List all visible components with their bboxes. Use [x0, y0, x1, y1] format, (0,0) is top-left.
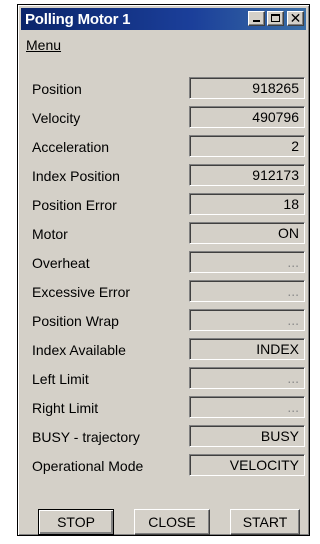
polling-motor-window: Polling Motor 1 ✕ Menu Position 918265 V… — [17, 4, 310, 536]
row-excessive-error: Excessive Error ... — [18, 280, 309, 306]
index-position-label: Index Position — [32, 168, 120, 184]
position-label: Position — [32, 81, 82, 97]
overheat-value: ... — [189, 251, 305, 273]
operational-mode-label: Operational Mode — [32, 458, 144, 474]
right-limit-value: ... — [189, 396, 305, 418]
minimize-button[interactable] — [248, 11, 265, 26]
left-limit-value: ... — [189, 367, 305, 389]
row-motor: Motor ON — [18, 222, 309, 248]
position-wrap-label: Position Wrap — [32, 313, 119, 329]
row-acceleration: Acceleration 2 — [18, 135, 309, 161]
motor-value: ON — [189, 222, 305, 244]
excessive-error-value: ... — [189, 280, 305, 302]
minimize-icon — [253, 20, 260, 22]
operational-mode-value: VELOCITY — [189, 454, 305, 476]
row-left-limit: Left Limit ... — [18, 367, 309, 393]
row-right-limit: Right Limit ... — [18, 396, 309, 422]
title-bar[interactable]: Polling Motor 1 ✕ — [21, 8, 306, 30]
position-error-label: Position Error — [32, 197, 117, 213]
menu-item[interactable]: Menu — [26, 37, 61, 53]
busy-trajectory-value: BUSY — [189, 425, 305, 447]
row-busy-trajectory: BUSY - trajectory BUSY — [18, 425, 309, 451]
row-position: Position 918265 — [18, 77, 309, 103]
stop-button[interactable]: STOP — [38, 509, 114, 535]
close-icon: ✕ — [289, 10, 302, 26]
index-position-value: 912173 — [189, 164, 305, 186]
index-available-value: INDEX — [189, 338, 305, 360]
close-button[interactable]: CLOSE — [134, 509, 210, 535]
position-error-value: 18 — [189, 193, 305, 215]
row-velocity: Velocity 490796 — [18, 106, 309, 132]
close-window-button[interactable]: ✕ — [287, 10, 304, 26]
row-index-available: Index Available INDEX — [18, 338, 309, 364]
right-limit-label: Right Limit — [32, 400, 99, 416]
acceleration-value: 2 — [189, 135, 305, 157]
row-index-position: Index Position 912173 — [18, 164, 309, 190]
motor-label: Motor — [32, 226, 68, 242]
velocity-value: 490796 — [189, 106, 305, 128]
overheat-label: Overheat — [32, 255, 90, 271]
index-available-label: Index Available — [32, 342, 126, 358]
window-title: Polling Motor 1 — [25, 11, 131, 28]
start-button[interactable]: START — [230, 509, 300, 535]
menu-bar: Menu — [26, 37, 61, 53]
title-buttons: ✕ — [248, 10, 304, 26]
row-position-wrap: Position Wrap ... — [18, 309, 309, 335]
position-wrap-value: ... — [189, 309, 305, 331]
excessive-error-label: Excessive Error — [32, 284, 131, 300]
row-operational-mode: Operational Mode VELOCITY — [18, 454, 309, 480]
maximize-icon — [271, 14, 280, 22]
left-limit-label: Left Limit — [32, 371, 89, 387]
maximize-button[interactable] — [267, 11, 284, 26]
position-value: 918265 — [189, 77, 305, 99]
velocity-label: Velocity — [32, 110, 81, 126]
row-overheat: Overheat ... — [18, 251, 309, 277]
row-position-error: Position Error 18 — [18, 193, 309, 219]
acceleration-label: Acceleration — [32, 139, 110, 155]
busy-trajectory-label: BUSY - trajectory — [32, 429, 140, 445]
